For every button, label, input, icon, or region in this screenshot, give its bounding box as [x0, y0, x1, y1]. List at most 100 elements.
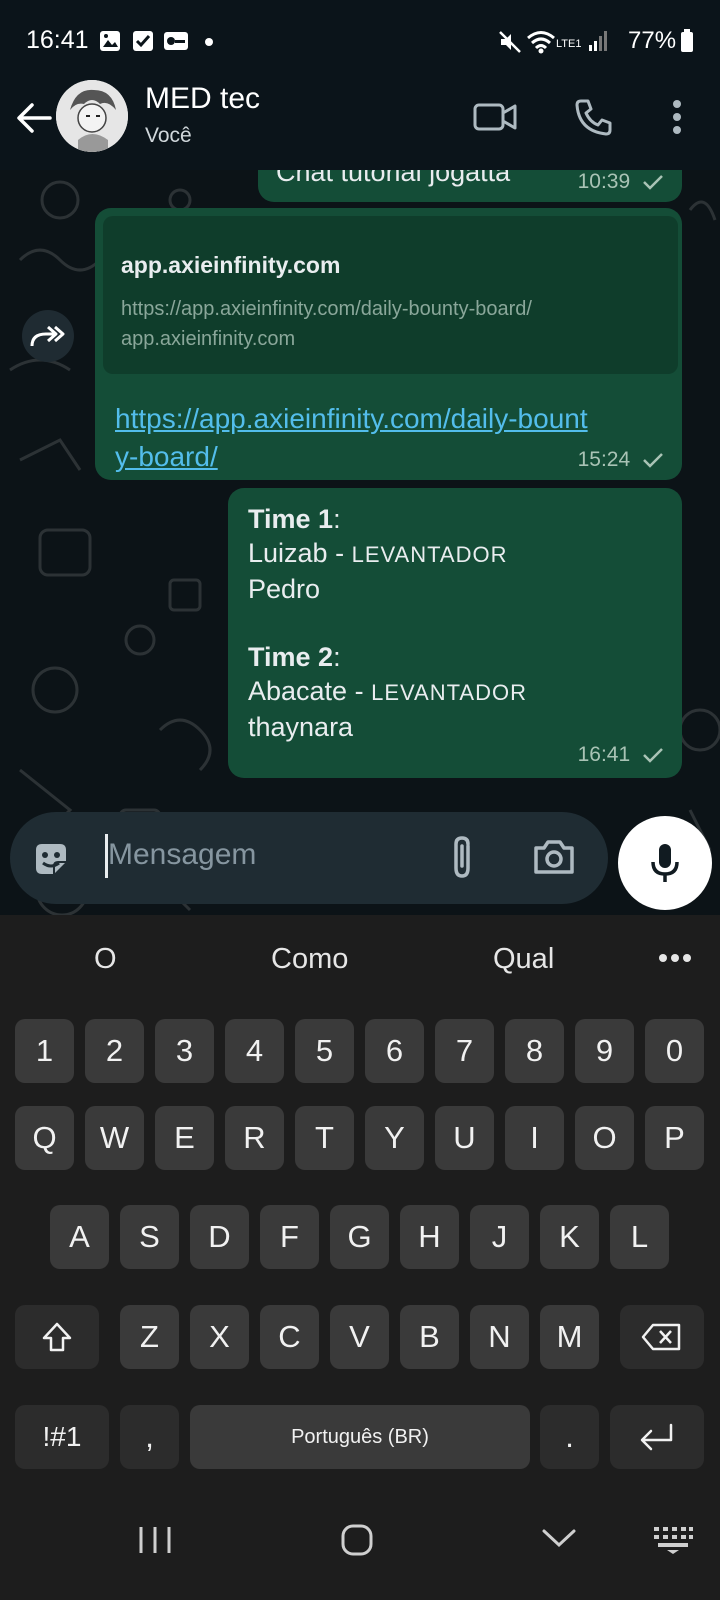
forward-button[interactable] [22, 310, 74, 362]
key-k[interactable]: K [540, 1205, 599, 1269]
key-0[interactable]: 0 [645, 1019, 704, 1083]
key-s[interactable]: S [120, 1205, 179, 1269]
notification-dot [205, 38, 213, 46]
video-camera-icon [473, 103, 517, 131]
enter-icon [640, 1423, 673, 1451]
key-y[interactable]: Y [365, 1106, 424, 1170]
home-icon[interactable] [340, 1523, 374, 1557]
more-vert-icon [673, 100, 681, 134]
backspace-key[interactable] [620, 1305, 704, 1369]
key-z[interactable]: Z [120, 1305, 179, 1369]
contact-name[interactable]: MED tec [145, 82, 260, 116]
key-w[interactable]: W [85, 1106, 144, 1170]
link-preview-title: app.axieinfinity.com [121, 252, 341, 278]
key-p[interactable]: P [645, 1106, 704, 1170]
phone-icon [575, 99, 612, 136]
symbols-key[interactable]: !#1 [15, 1405, 109, 1469]
enter-key[interactable] [610, 1405, 704, 1469]
suggestion-3[interactable]: Qual [493, 943, 554, 976]
key-c[interactable]: C [260, 1305, 319, 1369]
key-b[interactable]: B [400, 1305, 459, 1369]
key-i[interactable]: I [505, 1106, 564, 1170]
key-5[interactable]: 5 [295, 1019, 354, 1083]
shift-key[interactable] [15, 1305, 99, 1369]
video-call-button[interactable] [470, 92, 520, 142]
avatar[interactable] [56, 80, 128, 152]
keyboard: O Como Qual 1 2 3 4 5 6 7 8 9 0 Q W E R … [0, 915, 720, 1485]
key-v[interactable]: V [330, 1305, 389, 1369]
team1-player2: Pedro [248, 574, 321, 604]
suggestion-2[interactable]: Como [271, 943, 348, 976]
key-g[interactable]: G [330, 1205, 389, 1269]
suggestion-1[interactable]: O [94, 943, 117, 976]
message-input[interactable]: Mensagem [108, 838, 256, 872]
recents-icon[interactable] [138, 1525, 172, 1555]
team1-heading: Time 1: [248, 504, 341, 534]
more-options-button[interactable] [652, 92, 702, 142]
key-3[interactable]: 3 [155, 1019, 214, 1083]
sticker-icon[interactable] [32, 840, 70, 878]
keyboard-icon[interactable] [652, 1525, 694, 1555]
backspace-icon [641, 1323, 681, 1351]
key-j[interactable]: J [470, 1205, 529, 1269]
team2-player1-line: Abacate - LEVANTADOR [248, 676, 527, 706]
key-r[interactable]: R [225, 1106, 284, 1170]
forward-icon [30, 325, 65, 347]
back-chevron-icon[interactable] [541, 1527, 577, 1549]
wifi-icon [527, 31, 555, 54]
key-m[interactable]: M [540, 1305, 599, 1369]
key-9[interactable]: 9 [575, 1019, 634, 1083]
team2-player2: thaynara [248, 712, 354, 742]
key-l[interactable]: L [610, 1205, 669, 1269]
message-bubble-link[interactable]: app.axieinfinity.com https://app.axieinf… [95, 208, 682, 480]
key-1[interactable]: 1 [15, 1019, 74, 1083]
message-text: Time 1: Luizab - LEVANTADOR Pedro Time 2… [248, 502, 527, 744]
key-q[interactable]: Q [15, 1106, 74, 1170]
navigation-bar [0, 1485, 720, 1600]
voice-call-button[interactable] [568, 92, 618, 142]
key-2[interactable]: 2 [85, 1019, 144, 1083]
back-arrow-icon[interactable] [14, 98, 54, 138]
signal-icon [589, 31, 607, 51]
checkbox-icon [133, 31, 153, 51]
key-4[interactable]: 4 [225, 1019, 284, 1083]
key-n[interactable]: N [470, 1305, 529, 1369]
key-u[interactable]: U [435, 1106, 494, 1170]
key-a[interactable]: A [50, 1205, 109, 1269]
battery-percent: 77% [628, 27, 677, 54]
attach-icon[interactable] [448, 834, 476, 880]
message-text: Chat tutorial jogatta [276, 170, 511, 187]
key-t[interactable]: T [295, 1106, 354, 1170]
message-bubble-teams[interactable]: Time 1: Luizab - LEVANTADOR Pedro Time 2… [228, 488, 682, 778]
link-preview-card[interactable]: app.axieinfinity.com https://app.axieinf… [103, 216, 678, 374]
contact-subtitle: Você [145, 124, 192, 147]
key-6[interactable]: 6 [365, 1019, 424, 1083]
volte-label: LTE1 [556, 38, 582, 50]
key-e[interactable]: E [155, 1106, 214, 1170]
period-key[interactable]: . [540, 1405, 599, 1469]
team2-heading: Time 2: [248, 642, 341, 672]
team1-player1-line: Luizab - LEVANTADOR [248, 538, 508, 568]
key-7[interactable]: 7 [435, 1019, 494, 1083]
sent-check-icon [643, 453, 663, 469]
link-preview-description: https://app.axieinfinity.com/daily-bount… [121, 294, 661, 354]
message-input-pill[interactable]: Mensagem [10, 812, 608, 904]
key-o[interactable]: O [575, 1106, 634, 1170]
message-link[interactable]: https://app.axieinfinity.com/daily-bount… [115, 400, 595, 476]
comma-key[interactable]: , [120, 1405, 179, 1469]
camera-icon[interactable] [532, 838, 576, 876]
more-horiz-icon[interactable] [658, 953, 692, 963]
key-8[interactable]: 8 [505, 1019, 564, 1083]
key-icon [164, 32, 188, 50]
key-x[interactable]: X [190, 1305, 249, 1369]
space-key[interactable]: Português (BR) [190, 1405, 530, 1469]
suggestion-bar: O Como Qual [0, 915, 720, 1005]
key-h[interactable]: H [400, 1205, 459, 1269]
key-f[interactable]: F [260, 1205, 319, 1269]
status-time: 16:41 [26, 26, 89, 54]
voice-record-button[interactable] [618, 816, 712, 910]
microphone-icon [651, 844, 679, 882]
key-d[interactable]: D [190, 1205, 249, 1269]
message-time: 16:41 [578, 743, 664, 767]
message-bubble-partial[interactable]: Chat tutorial jogatta 10:39 [258, 170, 682, 202]
